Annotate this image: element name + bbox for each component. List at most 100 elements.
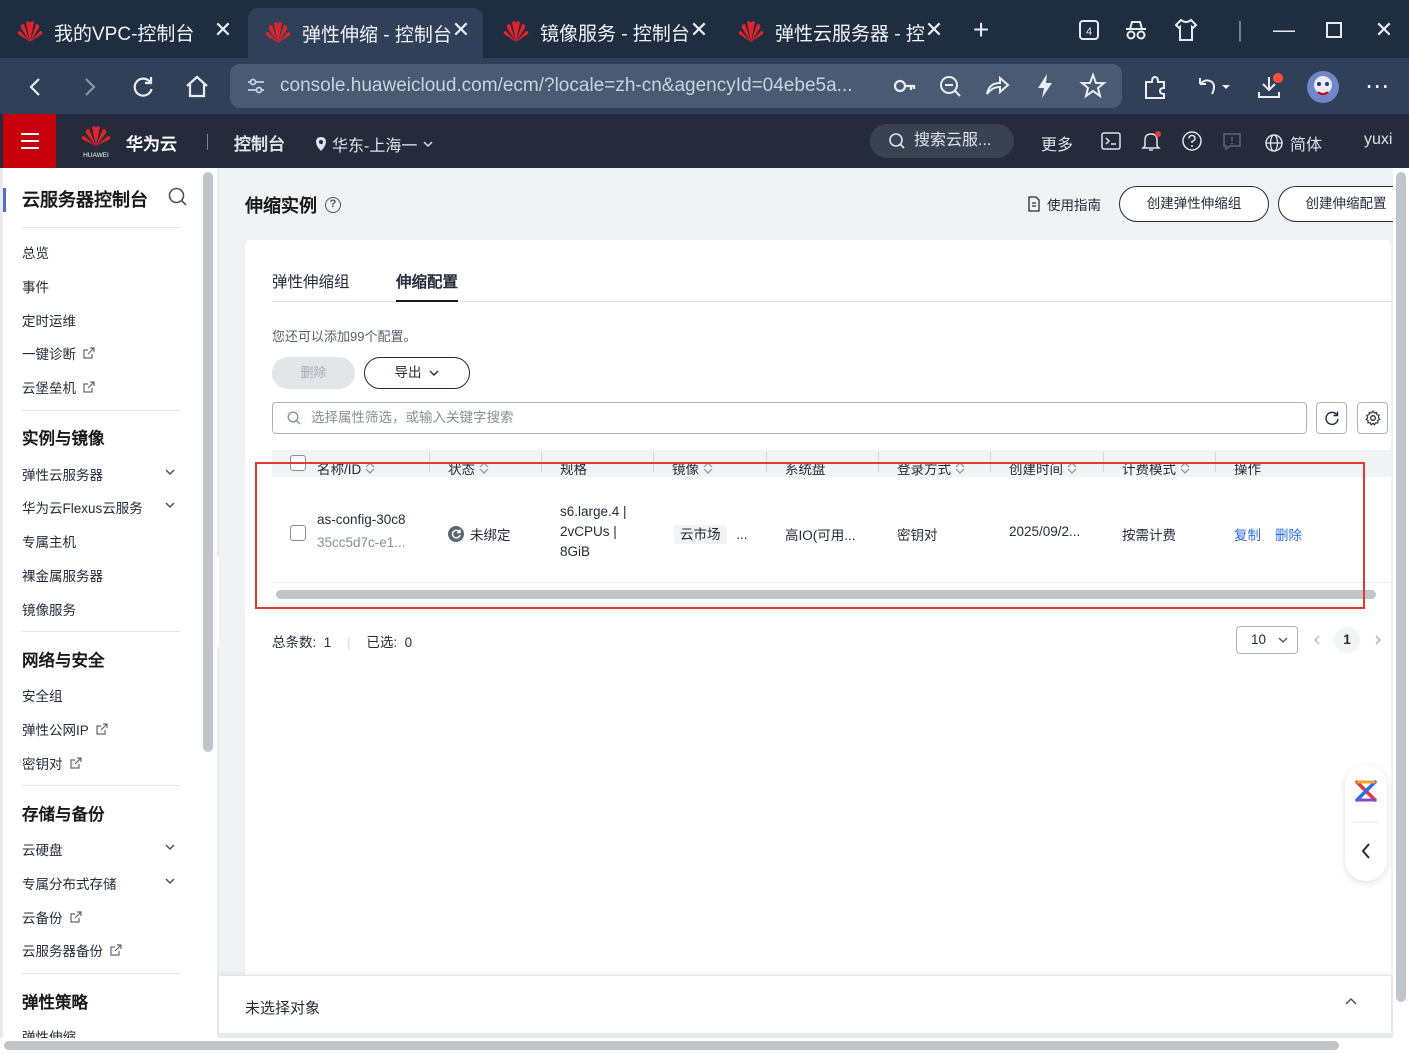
site-settings-icon[interactable] [246, 76, 266, 96]
sidebar-item-bastion[interactable]: 云堡垒机 [22, 377, 96, 397]
reload-icon[interactable] [128, 72, 158, 102]
refresh-button[interactable] [1316, 402, 1347, 434]
create-scaling-config-button[interactable]: 创建伸缩配置 [1278, 186, 1409, 222]
close-icon[interactable]: ✕ [922, 18, 946, 42]
sidebar-item-server-backup[interactable]: 云服务器备份 [22, 940, 123, 960]
sidebar-item-cbr[interactable]: 云备份 [22, 907, 83, 927]
home-icon[interactable] [182, 72, 212, 102]
more-menu-icon[interactable]: ⋯ [1362, 72, 1392, 102]
sidebar-item-ims[interactable]: 镜像服务 [22, 599, 76, 619]
user-guide-link[interactable]: 使用指南 [1027, 194, 1101, 214]
scrollbar-thumb[interactable] [4, 1041, 1339, 1050]
search-icon[interactable] [167, 186, 189, 208]
tab-title: 我的VPC-控制台 [54, 23, 195, 45]
hamburger-menu-icon[interactable] [3, 114, 56, 168]
huawei-logo[interactable]: HUAWEI [80, 124, 112, 160]
language-label: 简体 [1290, 137, 1323, 154]
back-icon[interactable] [20, 72, 50, 102]
guide-label: 使用指南 [1047, 198, 1101, 213]
more-menu[interactable]: 更多 [1041, 131, 1073, 155]
sidebar-item-eip[interactable]: 弹性公网IP [22, 719, 109, 739]
chevron-down-icon[interactable] [163, 465, 177, 479]
url-text[interactable]: console.huaweicloud.com/ecm/?locale=zh-c… [280, 75, 870, 97]
sidebar-item-auto-scaling[interactable]: 弹性伸缩 [22, 1026, 76, 1038]
page-horizontal-scrollbar[interactable] [0, 1038, 1409, 1053]
lightning-icon[interactable] [1030, 71, 1060, 101]
tab-scaling-group[interactable]: 弹性伸缩组 [272, 270, 350, 300]
page-size-select[interactable]: 10 [1236, 626, 1298, 654]
sidebar-item-events[interactable]: 事件 [22, 276, 49, 296]
filter-search-input[interactable]: 选择属性筛选，或输入关键字搜索 [272, 402, 1307, 434]
sidebar-item-diagnosis[interactable]: 一键诊断 [22, 343, 96, 363]
user-account[interactable]: yuxi [1364, 131, 1392, 149]
brand-name[interactable]: 华为云 [126, 130, 177, 155]
sidebar-item-keypair[interactable]: 密钥对 [22, 753, 83, 773]
sidebar-item-flexus[interactable]: 华为云Flexus云服务 [22, 497, 143, 517]
extensions-icon[interactable] [1140, 72, 1170, 102]
search-placeholder: 搜索云服... [914, 132, 992, 149]
maximize-icon[interactable] [1320, 16, 1348, 44]
sidebar-item-label: 云服务器备份 [22, 944, 103, 959]
browser-tab[interactable]: 弹性云服务器 - 控 ✕ [721, 8, 956, 56]
incognito-icon[interactable] [1122, 16, 1150, 44]
tab-count-icon[interactable]: 4 [1075, 16, 1103, 44]
sidebar-item-evs[interactable]: 云硬盘 [22, 839, 63, 859]
close-window-icon[interactable]: ✕ [1370, 16, 1398, 44]
chevron-up-icon[interactable] [1343, 994, 1359, 1010]
floating-assistant[interactable] [1345, 765, 1387, 881]
chevron-right-icon[interactable] [1372, 634, 1384, 646]
create-scaling-group-button[interactable]: 创建弹性伸缩组 [1119, 186, 1269, 222]
sidebar-item-overview[interactable]: 总览 [22, 242, 49, 262]
sidebar-item-label: 弹性公网IP [22, 723, 89, 738]
close-icon[interactable]: ✕ [449, 18, 473, 42]
forward-icon[interactable] [75, 72, 105, 102]
console-search-input[interactable]: 搜索云服... [870, 124, 1014, 158]
sidebar-item-dss[interactable]: 专属分布式存储 [22, 873, 117, 893]
selection-status: 未选择对象 [245, 1000, 321, 1017]
help-icon[interactable]: ? [325, 197, 341, 213]
chevron-down-icon [423, 141, 433, 148]
sidebar-scrollbar[interactable] [203, 172, 213, 752]
sidebar-item-dedicated-host[interactable]: 专属主机 [22, 531, 76, 551]
page-vertical-scrollbar[interactable] [1393, 168, 1409, 1038]
region-selector[interactable]: 华东-上海一 [314, 132, 435, 156]
tab-scaling-config[interactable]: 伸缩配置 [396, 270, 459, 302]
sidebar-item-security-group[interactable]: 安全组 [22, 685, 63, 705]
chevron-down-icon[interactable] [163, 840, 177, 854]
browser-tab-active[interactable]: 弹性伸缩 - 控制台 ✕ [248, 8, 483, 58]
current-page[interactable]: 1 [1334, 627, 1360, 653]
browser-tab[interactable]: 镜像服务 - 控制台 ✕ [486, 8, 721, 56]
close-icon[interactable]: ✕ [211, 18, 235, 42]
export-button[interactable]: 导出 [364, 357, 470, 389]
settings-button[interactable] [1357, 402, 1388, 434]
cloud-shell-icon[interactable] [1100, 130, 1122, 152]
star-icon[interactable] [1078, 71, 1108, 101]
profile-avatar-icon[interactable] [1306, 70, 1340, 104]
key-icon[interactable] [890, 71, 920, 101]
zoom-out-icon[interactable] [935, 71, 965, 101]
undo-dropdown-icon[interactable] [1192, 72, 1234, 102]
browser-tab[interactable]: 我的VPC-控制台 ✕ [0, 8, 245, 56]
chevron-left-icon[interactable] [1311, 634, 1323, 646]
help-icon[interactable] [1181, 130, 1203, 152]
console-link[interactable]: 控制台 [234, 130, 285, 155]
scrollbar-thumb[interactable] [1396, 172, 1406, 1002]
feedback-icon[interactable] [1221, 130, 1243, 152]
svg-text:HUAWEI: HUAWEI [83, 152, 109, 159]
new-tab-icon[interactable]: + [967, 16, 995, 44]
delete-button-disabled[interactable]: 删除 [272, 357, 355, 389]
close-icon[interactable]: ✕ [687, 18, 711, 42]
sidebar-item-label: 安全组 [22, 689, 63, 704]
notification-bell-icon[interactable] [1140, 130, 1162, 152]
language-selector[interactable]: 简体 [1264, 131, 1322, 155]
download-icon[interactable] [1254, 72, 1284, 102]
chevron-down-icon[interactable] [163, 874, 177, 888]
minimize-icon[interactable]: — [1270, 16, 1298, 44]
address-bar[interactable]: console.huaweicloud.com/ecm/?locale=zh-c… [230, 64, 1122, 108]
share-icon[interactable] [982, 71, 1012, 101]
sidebar-item-ecs[interactable]: 弹性云服务器 [22, 464, 103, 484]
extension-shirt-icon[interactable] [1172, 16, 1200, 44]
sidebar-item-scheduled-ops[interactable]: 定时运维 [22, 310, 76, 330]
sidebar-item-bms[interactable]: 裸金属服务器 [22, 565, 103, 585]
chevron-down-icon[interactable] [163, 498, 177, 512]
